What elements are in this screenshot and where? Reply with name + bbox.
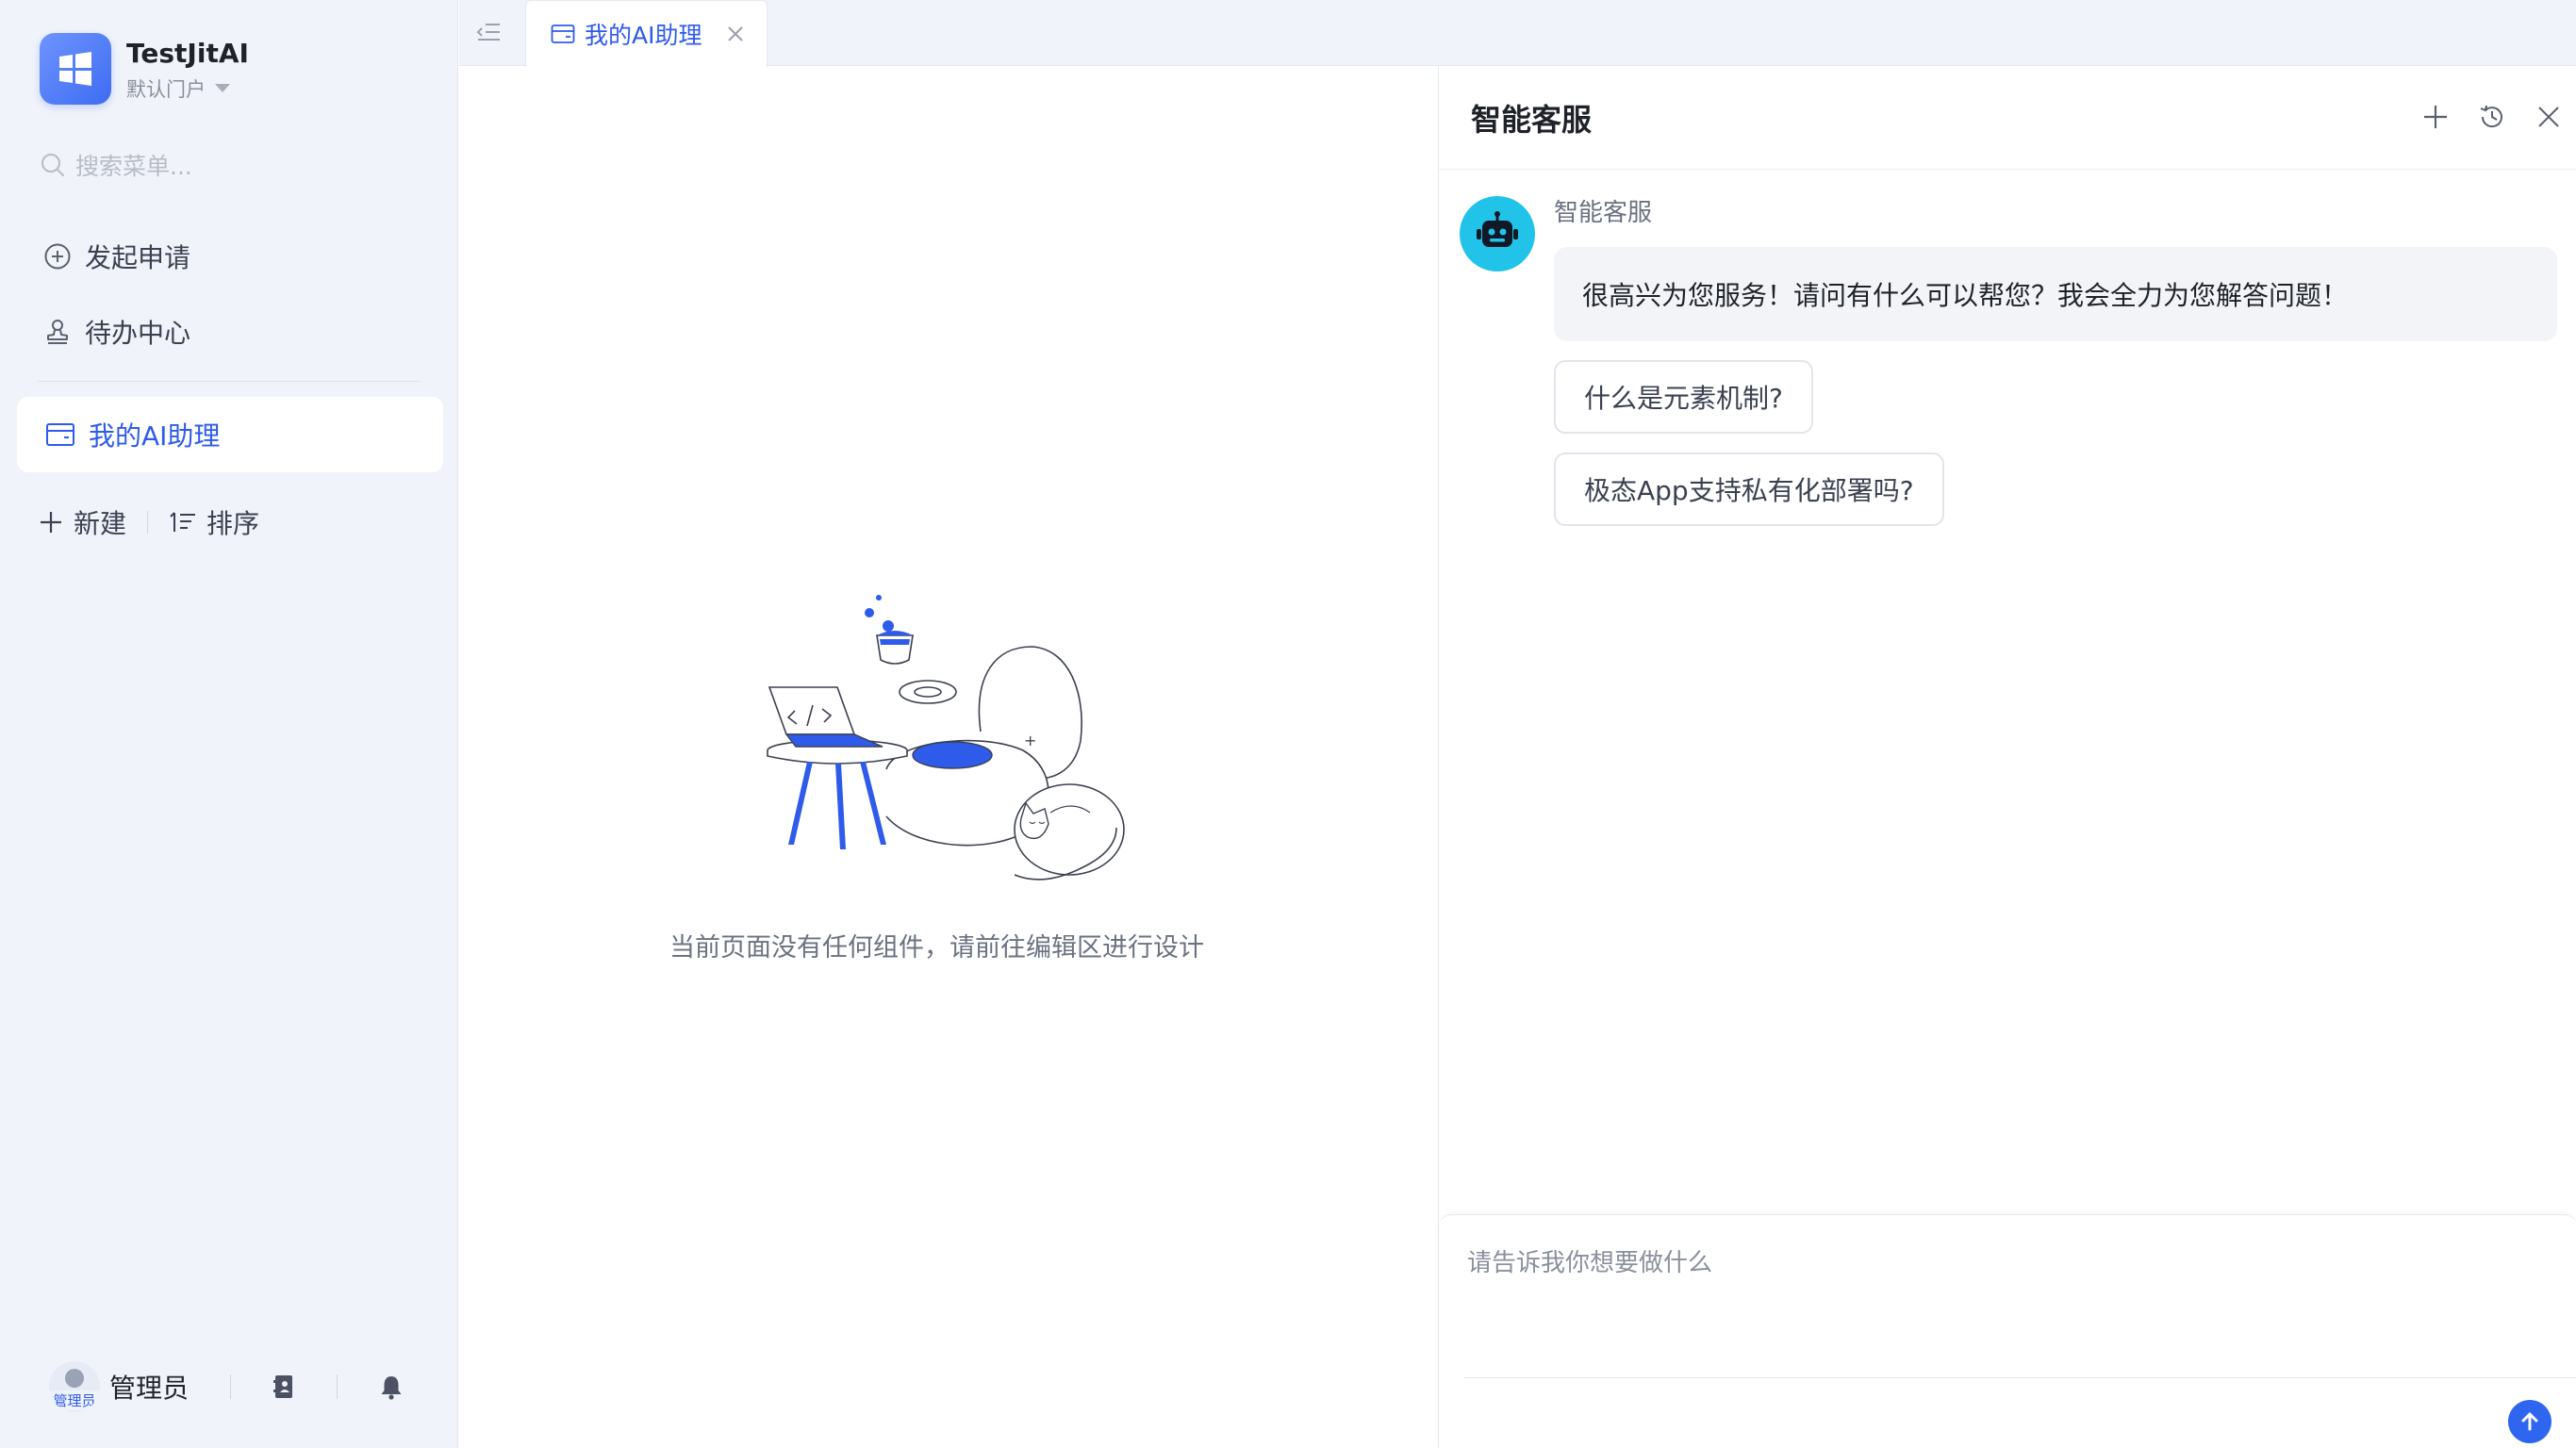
sort-button[interactable]: 排序 (169, 503, 259, 541)
bot-message-text: 很高兴为您服务！请问有什么可以帮您？我会全力为您解答问题！ (1582, 280, 2349, 311)
search-placeholder: 搜索菜单... (75, 153, 192, 180)
user-name[interactable]: 管理员 (109, 1368, 189, 1406)
bot-avatar (1460, 196, 1535, 272)
sidebar-item-label: 发起申请 (85, 242, 191, 273)
avatar-head (65, 1369, 84, 1388)
sidebar-item-todo[interactable]: 待办中心 (43, 313, 190, 351)
arrow-up-icon (2521, 1412, 2538, 1431)
sidebar-item-apply[interactable]: 发起申请 (43, 238, 190, 275)
empty-state-text: 当前页面没有任何组件，请前往编辑区进行设计 (669, 933, 1204, 963)
chat-header-actions (2388, 102, 2576, 140)
sidebar-item-ai-assistant[interactable]: 我的AI助理 (17, 397, 443, 472)
plus-circle-icon (44, 243, 71, 270)
portal-selector[interactable]: 默认门户 (126, 74, 249, 103)
robot-icon (1477, 211, 1518, 247)
caret-down-icon (215, 84, 230, 92)
user-separator (230, 1374, 232, 1399)
chat-title: 智能客服 (1471, 102, 1593, 138)
sidebar-divider (38, 381, 421, 382)
close-icon[interactable] (2534, 102, 2564, 132)
stamp-icon (47, 320, 68, 344)
bot-message: 很高兴为您服务！请问有什么可以帮您？我会全力为您解答问题！ (1554, 247, 2557, 341)
input-divider (1463, 1377, 2576, 1378)
notifications-button[interactable] (379, 1374, 404, 1400)
empty-workspace-illustration-icon: + (767, 595, 1125, 880)
app-header[interactable]: TestJitAI 默认门户 (40, 33, 249, 105)
chat-panel: 智能客服 智能客服 很高兴为您服务！请问有什么可以帮您？我会全力为您解答问题！ … (1438, 66, 2576, 1448)
menu-search[interactable]: 搜索菜单... (40, 148, 192, 182)
sidebar-item-label: 我的AI助理 (89, 420, 221, 452)
user-bar: 管理员 管理员 (49, 1361, 421, 1412)
contacts-book-icon (273, 1375, 293, 1398)
chat-header: 智能客服 (1439, 66, 2576, 170)
chat-input-area[interactable]: 请告诉我你想要做什么 (1439, 1214, 2576, 1448)
search-icon (41, 154, 64, 176)
wallet-icon (551, 25, 575, 43)
windows-logo-icon (59, 52, 91, 86)
plus-icon (41, 512, 61, 533)
collapse-menu-icon (476, 24, 500, 41)
suggestion-chip[interactable]: 什么是元素机制? (1554, 360, 1813, 434)
user-separator (337, 1374, 339, 1399)
sidebar-actions: 新建 排序 (38, 503, 259, 541)
close-tab-icon[interactable] (725, 24, 746, 44)
sidebar: TestJitAI 默认门户 搜索菜单... 发起申请 待办中心 我的AI助理 … (0, 0, 458, 1448)
collapse-sidebar-button[interactable] (474, 19, 503, 49)
tab-ai-assistant[interactable]: 我的AI助理 (525, 0, 768, 67)
sidebar-item-label: 待办中心 (85, 318, 191, 349)
sort-label: 排序 (206, 508, 260, 539)
new-label: 新建 (74, 508, 127, 539)
svg-text:+: + (1024, 732, 1036, 749)
suggestion-chip[interactable]: 极态App支持私有化部署吗? (1554, 452, 1944, 526)
suggestion-label: 什么是元素机制? (1584, 383, 1783, 414)
action-separator (147, 511, 149, 534)
avatar-badge: 管理员 (49, 1390, 100, 1410)
history-icon[interactable] (2477, 102, 2507, 132)
sort-icon (170, 512, 196, 532)
contacts-button[interactable] (272, 1374, 295, 1400)
bot-name: 智能客服 (1554, 199, 1653, 227)
chat-input-placeholder[interactable]: 请告诉我你想要做什么 (1467, 1243, 1712, 1278)
send-button[interactable] (2508, 1400, 2551, 1443)
suggestion-label: 极态App支持私有化部署吗? (1584, 475, 1914, 506)
app-name: TestJitAI (126, 37, 249, 69)
app-logo (40, 33, 111, 105)
portal-label: 默认门户 (126, 77, 206, 101)
new-button[interactable]: 新建 (38, 503, 126, 541)
wallet-icon (46, 423, 74, 446)
new-chat-icon[interactable] (2420, 102, 2451, 132)
tab-label: 我的AI助理 (585, 22, 702, 49)
bell-icon (381, 1376, 402, 1400)
tab-bar: 我的AI助理 (459, 0, 2576, 67)
empty-state-illustration: + (754, 581, 1141, 896)
avatar[interactable]: 管理员 (49, 1361, 100, 1412)
